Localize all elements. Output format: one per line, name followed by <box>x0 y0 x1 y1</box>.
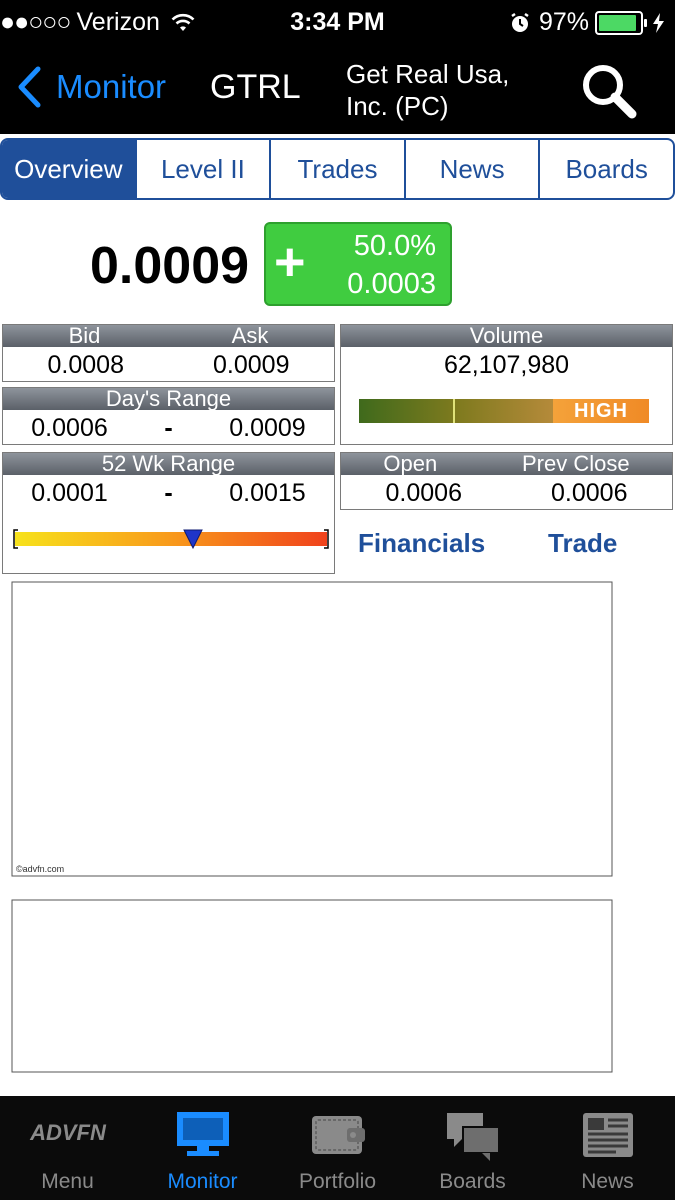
tab-level-ii[interactable]: Level II <box>134 140 270 198</box>
ticker-symbol: GTRL <box>210 68 301 106</box>
tab-news[interactable]: News <box>403 140 539 198</box>
bid-value: 0.0008 <box>47 351 124 379</box>
volume-level-marker <box>453 399 455 423</box>
last-price: 0.0009 <box>90 237 250 295</box>
status-bar: ●●○○○ Verizon 3:34 PM 97% <box>0 0 675 46</box>
navigation-bar: Monitor GTRL Get Real Usa, Inc. (PC) <box>0 46 675 134</box>
tab-boards[interactable]: Boards <box>538 140 673 198</box>
change-percent: 50.0% <box>353 230 436 262</box>
company-name: Get Real Usa, Inc. (PC) <box>346 58 546 122</box>
charging-bolt-icon <box>653 12 664 33</box>
battery-fill <box>599 14 636 31</box>
tabbar-monitor[interactable]: Monitor <box>135 1096 270 1200</box>
search-icon[interactable] <box>578 60 640 122</box>
battery-icon <box>595 10 647 35</box>
days-range-panel: Day's Range 0.0006 - 0.0009 <box>2 387 335 445</box>
company-name-line1: Get Real Usa, <box>346 59 510 89</box>
52wk-range-separator: - <box>164 479 173 507</box>
52wk-range-high: 0.0015 <box>229 479 306 507</box>
tab-overview[interactable]: Overview <box>2 140 135 198</box>
52wk-range-marker-icon <box>183 529 203 549</box>
price-chart: ©advfn.com <box>11 581 613 877</box>
ask-value: 0.0009 <box>213 351 290 379</box>
financials-link[interactable]: Financials <box>358 528 485 559</box>
segmented-tabs: Overview Level II Trades News Boards <box>0 138 675 200</box>
volume-value: 62,107,980 <box>443 351 570 379</box>
tabbar-portfolio-label: Portfolio <box>298 1170 377 1193</box>
tabbar-monitor-label: Monitor <box>167 1170 238 1193</box>
monitor-icon <box>176 1112 229 1156</box>
back-button[interactable]: Monitor <box>16 66 166 108</box>
tab-trades[interactable]: Trades <box>269 140 404 198</box>
open-prev-panel: Open Prev Close 0.0006 0.0006 <box>340 452 673 510</box>
tabbar-news-label: News <box>581 1170 634 1193</box>
days-range-label: Day's Range <box>105 386 232 411</box>
tabbar-boards[interactable]: Boards <box>405 1096 540 1200</box>
tabbar-news[interactable]: News <box>540 1096 675 1200</box>
52wk-range-gradient <box>15 532 327 546</box>
tabbar-menu[interactable]: ADVFN Menu <box>0 1096 135 1200</box>
volume-label: Volume <box>469 323 544 348</box>
tabbar-menu-label: Menu <box>41 1170 94 1193</box>
52wk-range-low: 0.0001 <box>31 479 108 507</box>
volume-chart <box>11 899 613 1073</box>
volume-level-bar: HIGH <box>359 399 649 423</box>
volume-panel: Volume 62,107,980 HIGH <box>340 324 673 445</box>
prev-close-value: 0.0006 <box>551 479 628 507</box>
52wk-range-label: 52 Wk Range <box>101 451 236 476</box>
open-value: 0.0006 <box>385 479 462 507</box>
alarm-icon <box>511 12 529 32</box>
advfn-logo-icon: ADVFN <box>29 1120 107 1145</box>
back-button-label: Monitor <box>56 68 167 105</box>
prev-close-label: Prev Close <box>522 451 630 476</box>
company-name-line2: Inc. (PC) <box>346 91 449 121</box>
volume-level-label: HIGH <box>553 399 649 423</box>
tabbar-boards-label: Boards <box>439 1170 506 1193</box>
days-range-separator: - <box>164 414 173 442</box>
tabbar-portfolio[interactable]: Portfolio <box>270 1096 405 1200</box>
battery-percent: 97% <box>538 8 589 36</box>
bid-ask-panel: Bid Ask 0.0008 0.0009 <box>2 324 335 382</box>
52wk-range-bar <box>13 529 329 549</box>
newspaper-icon <box>582 1113 633 1157</box>
chart-watermark: ©advfn.com <box>16 864 64 874</box>
days-range-high: 0.0009 <box>229 414 306 442</box>
change-sign: + <box>274 232 306 292</box>
price-change-badge: + 50.0% 0.0003 <box>264 222 452 306</box>
chat-bubbles-icon <box>446 1113 500 1161</box>
open-label: Open <box>383 451 438 476</box>
change-absolute: 0.0003 <box>347 268 436 300</box>
svg-text:ADVFN: ADVFN <box>29 1120 107 1145</box>
days-range-low: 0.0006 <box>31 414 108 442</box>
ask-label: Ask <box>231 323 269 348</box>
bottom-tab-bar: ADVFN Menu Monitor Portfolio Boards News <box>0 1096 675 1200</box>
wallet-icon <box>311 1116 365 1154</box>
trade-link[interactable]: Trade <box>548 528 617 559</box>
bid-label: Bid <box>68 323 101 348</box>
chevron-left-icon <box>18 66 41 108</box>
52wk-range-panel: 52 Wk Range 0.0001 - 0.0015 <box>2 452 335 574</box>
